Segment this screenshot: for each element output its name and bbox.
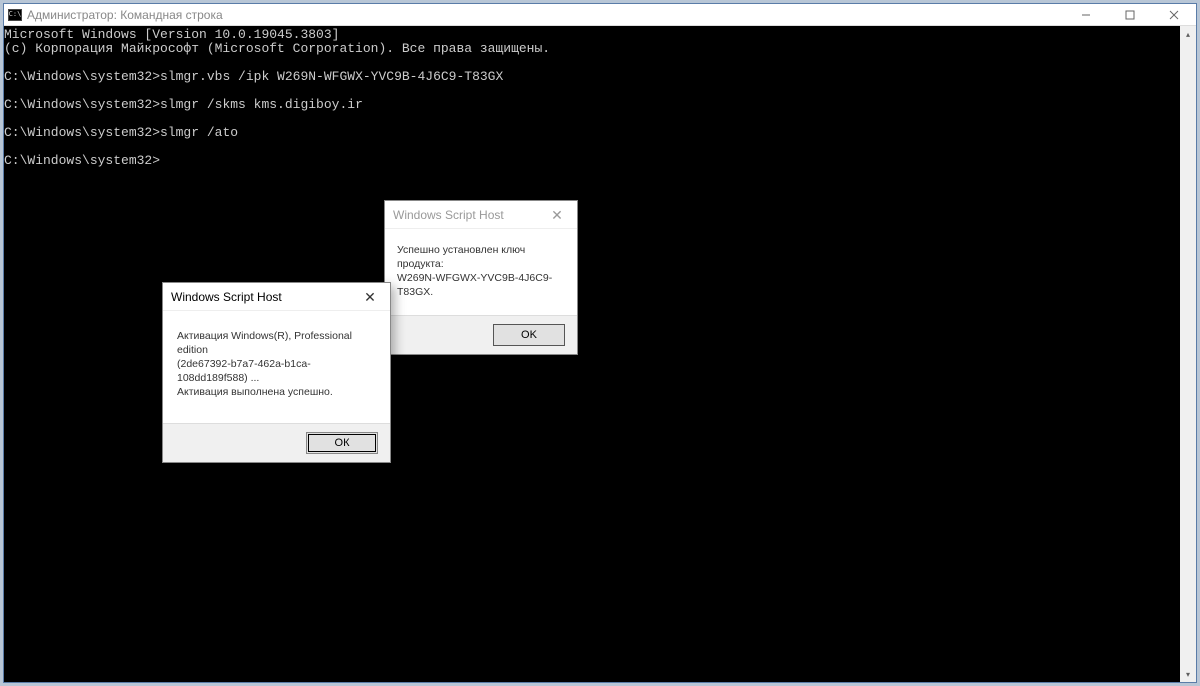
dialog-body: Активация Windows(R), Professional editi… <box>163 311 390 423</box>
window-controls <box>1064 4 1196 26</box>
scroll-down-button[interactable]: ▾ <box>1180 666 1196 682</box>
dialog-text-line: Активация выполнена успешно. <box>177 385 376 399</box>
wsh-dialog-product-key: Windows Script Host ✕ Успешно установлен… <box>384 200 578 355</box>
dialog-footer: ОК <box>163 423 390 462</box>
dialog-footer: OK <box>385 315 577 354</box>
cmd-icon: C:\ <box>8 9 22 21</box>
dialog-title: Windows Script Host <box>171 290 282 304</box>
minimize-button[interactable] <box>1064 4 1108 26</box>
maximize-button[interactable] <box>1108 4 1152 26</box>
scroll-track[interactable] <box>1180 42 1196 666</box>
dialog-text-line: Активация Windows(R), Professional editi… <box>177 329 376 357</box>
dialog-title: Windows Script Host <box>393 208 504 222</box>
titlebar[interactable]: C:\ Администратор: Командная строка <box>4 4 1196 26</box>
cmd-window: C:\ Администратор: Командная строка Micr… <box>3 3 1197 683</box>
console-area[interactable]: Microsoft Windows [Version 10.0.19045.38… <box>4 26 1196 682</box>
dialog-text-line: W269N-WFGWX-YVC9B-4J6C9-T83GX. <box>397 271 565 299</box>
console-output: Microsoft Windows [Version 10.0.19045.38… <box>4 26 1196 168</box>
dialog-titlebar[interactable]: Windows Script Host ✕ <box>385 201 577 229</box>
vertical-scrollbar[interactable]: ▴ ▾ <box>1180 26 1196 682</box>
ok-button[interactable]: OK <box>493 324 565 346</box>
close-icon[interactable]: ✕ <box>350 283 390 311</box>
dialog-text-line: Успешно установлен ключ продукта: <box>397 243 565 271</box>
close-button[interactable] <box>1152 4 1196 26</box>
dialog-titlebar[interactable]: Windows Script Host ✕ <box>163 283 390 311</box>
close-icon[interactable]: ✕ <box>537 201 577 229</box>
ok-button[interactable]: ОК <box>306 432 378 454</box>
wsh-dialog-activation: Windows Script Host ✕ Активация Windows(… <box>162 282 391 463</box>
scroll-up-button[interactable]: ▴ <box>1180 26 1196 42</box>
dialog-body: Успешно установлен ключ продукта: W269N-… <box>385 229 577 315</box>
dialog-text-line: (2de67392-b7a7-462a-b1ca-108dd189f588) .… <box>177 357 376 385</box>
window-title: Администратор: Командная строка <box>27 8 223 22</box>
